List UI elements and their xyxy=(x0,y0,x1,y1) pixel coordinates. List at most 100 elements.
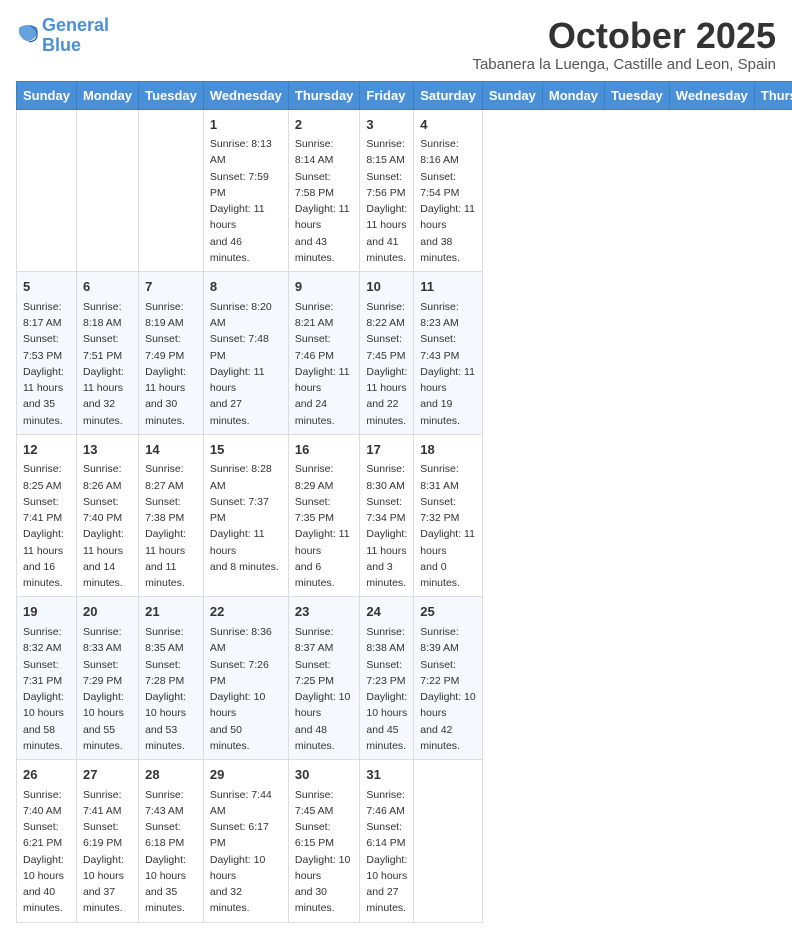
day-number: 19 xyxy=(23,602,70,622)
day-number: 15 xyxy=(210,440,282,460)
day-info: Sunrise: 7:41 AM Sunset: 6:19 PM Dayligh… xyxy=(83,787,132,917)
header-sunday: Sunday xyxy=(17,81,77,109)
day-number: 1 xyxy=(210,115,282,135)
day-info: Sunrise: 8:35 AM Sunset: 7:28 PM Dayligh… xyxy=(145,624,197,754)
calendar-cell: 16Sunrise: 8:29 AM Sunset: 7:35 PM Dayli… xyxy=(288,434,360,597)
day-info: Sunrise: 8:18 AM Sunset: 7:51 PM Dayligh… xyxy=(83,299,132,429)
header-wednesday: Wednesday xyxy=(203,81,288,109)
day-number: 25 xyxy=(420,602,476,622)
day-info: Sunrise: 8:38 AM Sunset: 7:23 PM Dayligh… xyxy=(366,624,407,754)
calendar-cell: 6Sunrise: 8:18 AM Sunset: 7:51 PM Daylig… xyxy=(76,272,138,435)
day-info: Sunrise: 8:14 AM Sunset: 7:58 PM Dayligh… xyxy=(295,136,354,266)
day-info: Sunrise: 8:25 AM Sunset: 7:41 PM Dayligh… xyxy=(23,461,70,591)
day-info: Sunrise: 8:17 AM Sunset: 7:53 PM Dayligh… xyxy=(23,299,70,429)
calendar-cell: 19Sunrise: 8:32 AM Sunset: 7:31 PM Dayli… xyxy=(17,597,77,760)
calendar-cell: 31Sunrise: 7:46 AM Sunset: 6:14 PM Dayli… xyxy=(360,760,414,923)
day-number: 2 xyxy=(295,115,354,135)
calendar-cell: 25Sunrise: 8:39 AM Sunset: 7:22 PM Dayli… xyxy=(414,597,483,760)
day-info: Sunrise: 8:26 AM Sunset: 7:40 PM Dayligh… xyxy=(83,461,132,591)
calendar-cell: 22Sunrise: 8:36 AM Sunset: 7:26 PM Dayli… xyxy=(203,597,288,760)
calendar-week-row: 12Sunrise: 8:25 AM Sunset: 7:41 PM Dayli… xyxy=(17,434,792,597)
location-subtitle: Tabanera la Luenga, Castille and Leon, S… xyxy=(472,56,776,73)
header-thursday: Thursday xyxy=(288,81,360,109)
header-friday: Friday xyxy=(360,81,414,109)
day-number: 23 xyxy=(295,602,354,622)
day-number: 21 xyxy=(145,602,197,622)
day-number: 8 xyxy=(210,277,282,297)
day-info: Sunrise: 7:43 AM Sunset: 6:18 PM Dayligh… xyxy=(145,787,197,917)
col-header-thursday: Thursday xyxy=(754,81,792,109)
calendar-cell: 13Sunrise: 8:26 AM Sunset: 7:40 PM Dayli… xyxy=(76,434,138,597)
logo-text: General Blue xyxy=(42,16,109,56)
day-number: 31 xyxy=(366,765,407,785)
calendar-cell xyxy=(76,109,138,272)
calendar-cell: 10Sunrise: 8:22 AM Sunset: 7:45 PM Dayli… xyxy=(360,272,414,435)
day-number: 16 xyxy=(295,440,354,460)
day-number: 22 xyxy=(210,602,282,622)
day-info: Sunrise: 7:44 AM Sunset: 6:17 PM Dayligh… xyxy=(210,787,282,917)
day-info: Sunrise: 8:30 AM Sunset: 7:34 PM Dayligh… xyxy=(366,461,407,591)
calendar-cell: 9Sunrise: 8:21 AM Sunset: 7:46 PM Daylig… xyxy=(288,272,360,435)
calendar-cell: 15Sunrise: 8:28 AM Sunset: 7:37 PM Dayli… xyxy=(203,434,288,597)
day-info: Sunrise: 8:21 AM Sunset: 7:46 PM Dayligh… xyxy=(295,299,354,429)
header-tuesday: Tuesday xyxy=(139,81,204,109)
calendar-cell: 30Sunrise: 7:45 AM Sunset: 6:15 PM Dayli… xyxy=(288,760,360,923)
day-number: 26 xyxy=(23,765,70,785)
day-info: Sunrise: 7:40 AM Sunset: 6:21 PM Dayligh… xyxy=(23,787,70,917)
day-info: Sunrise: 8:13 AM Sunset: 7:59 PM Dayligh… xyxy=(210,136,282,266)
calendar-cell: 11Sunrise: 8:23 AM Sunset: 7:43 PM Dayli… xyxy=(414,272,483,435)
calendar-cell: 27Sunrise: 7:41 AM Sunset: 6:19 PM Dayli… xyxy=(76,760,138,923)
day-info: Sunrise: 8:20 AM Sunset: 7:48 PM Dayligh… xyxy=(210,299,282,429)
calendar-cell: 8Sunrise: 8:20 AM Sunset: 7:48 PM Daylig… xyxy=(203,272,288,435)
title-block: October 2025 Tabanera la Luenga, Castill… xyxy=(472,16,776,73)
day-info: Sunrise: 8:16 AM Sunset: 7:54 PM Dayligh… xyxy=(420,136,476,266)
logo: General Blue xyxy=(16,16,109,56)
day-number: 11 xyxy=(420,277,476,297)
day-info: Sunrise: 8:37 AM Sunset: 7:25 PM Dayligh… xyxy=(295,624,354,754)
calendar-cell: 7Sunrise: 8:19 AM Sunset: 7:49 PM Daylig… xyxy=(139,272,204,435)
day-number: 28 xyxy=(145,765,197,785)
day-number: 9 xyxy=(295,277,354,297)
calendar-cell xyxy=(139,109,204,272)
calendar-week-row: 19Sunrise: 8:32 AM Sunset: 7:31 PM Dayli… xyxy=(17,597,792,760)
header-saturday: Saturday xyxy=(414,81,483,109)
calendar-cell: 20Sunrise: 8:33 AM Sunset: 7:29 PM Dayli… xyxy=(76,597,138,760)
day-number: 13 xyxy=(83,440,132,460)
day-number: 24 xyxy=(366,602,407,622)
calendar-cell: 3Sunrise: 8:15 AM Sunset: 7:56 PM Daylig… xyxy=(360,109,414,272)
day-info: Sunrise: 7:46 AM Sunset: 6:14 PM Dayligh… xyxy=(366,787,407,917)
day-info: Sunrise: 8:36 AM Sunset: 7:26 PM Dayligh… xyxy=(210,624,282,754)
day-info: Sunrise: 8:19 AM Sunset: 7:49 PM Dayligh… xyxy=(145,299,197,429)
day-number: 4 xyxy=(420,115,476,135)
header-monday: Monday xyxy=(76,81,138,109)
day-number: 17 xyxy=(366,440,407,460)
calendar-cell: 26Sunrise: 7:40 AM Sunset: 6:21 PM Dayli… xyxy=(17,760,77,923)
calendar-cell: 4Sunrise: 8:16 AM Sunset: 7:54 PM Daylig… xyxy=(414,109,483,272)
day-number: 20 xyxy=(83,602,132,622)
day-info: Sunrise: 8:28 AM Sunset: 7:37 PM Dayligh… xyxy=(210,461,282,575)
day-info: Sunrise: 8:27 AM Sunset: 7:38 PM Dayligh… xyxy=(145,461,197,591)
col-header-wednesday: Wednesday xyxy=(669,81,754,109)
day-info: Sunrise: 8:32 AM Sunset: 7:31 PM Dayligh… xyxy=(23,624,70,754)
calendar-cell: 5Sunrise: 8:17 AM Sunset: 7:53 PM Daylig… xyxy=(17,272,77,435)
calendar-cell xyxy=(17,109,77,272)
month-title: October 2025 xyxy=(472,16,776,56)
day-info: Sunrise: 8:29 AM Sunset: 7:35 PM Dayligh… xyxy=(295,461,354,591)
calendar-cell: 21Sunrise: 8:35 AM Sunset: 7:28 PM Dayli… xyxy=(139,597,204,760)
day-info: Sunrise: 8:31 AM Sunset: 7:32 PM Dayligh… xyxy=(420,461,476,591)
calendar-week-row: 26Sunrise: 7:40 AM Sunset: 6:21 PM Dayli… xyxy=(17,760,792,923)
day-info: Sunrise: 8:15 AM Sunset: 7:56 PM Dayligh… xyxy=(366,136,407,266)
day-number: 10 xyxy=(366,277,407,297)
day-number: 27 xyxy=(83,765,132,785)
calendar-cell: 24Sunrise: 8:38 AM Sunset: 7:23 PM Dayli… xyxy=(360,597,414,760)
calendar-week-row: 1Sunrise: 8:13 AM Sunset: 7:59 PM Daylig… xyxy=(17,109,792,272)
day-number: 18 xyxy=(420,440,476,460)
page-header: General Blue October 2025 Tabanera la Lu… xyxy=(16,16,776,73)
calendar-cell: 28Sunrise: 7:43 AM Sunset: 6:18 PM Dayli… xyxy=(139,760,204,923)
calendar-week-row: 5Sunrise: 8:17 AM Sunset: 7:53 PM Daylig… xyxy=(17,272,792,435)
day-number: 5 xyxy=(23,277,70,297)
calendar-cell: 12Sunrise: 8:25 AM Sunset: 7:41 PM Dayli… xyxy=(17,434,77,597)
col-header-sunday: Sunday xyxy=(482,81,542,109)
calendar-cell: 29Sunrise: 7:44 AM Sunset: 6:17 PM Dayli… xyxy=(203,760,288,923)
calendar-cell: 23Sunrise: 8:37 AM Sunset: 7:25 PM Dayli… xyxy=(288,597,360,760)
